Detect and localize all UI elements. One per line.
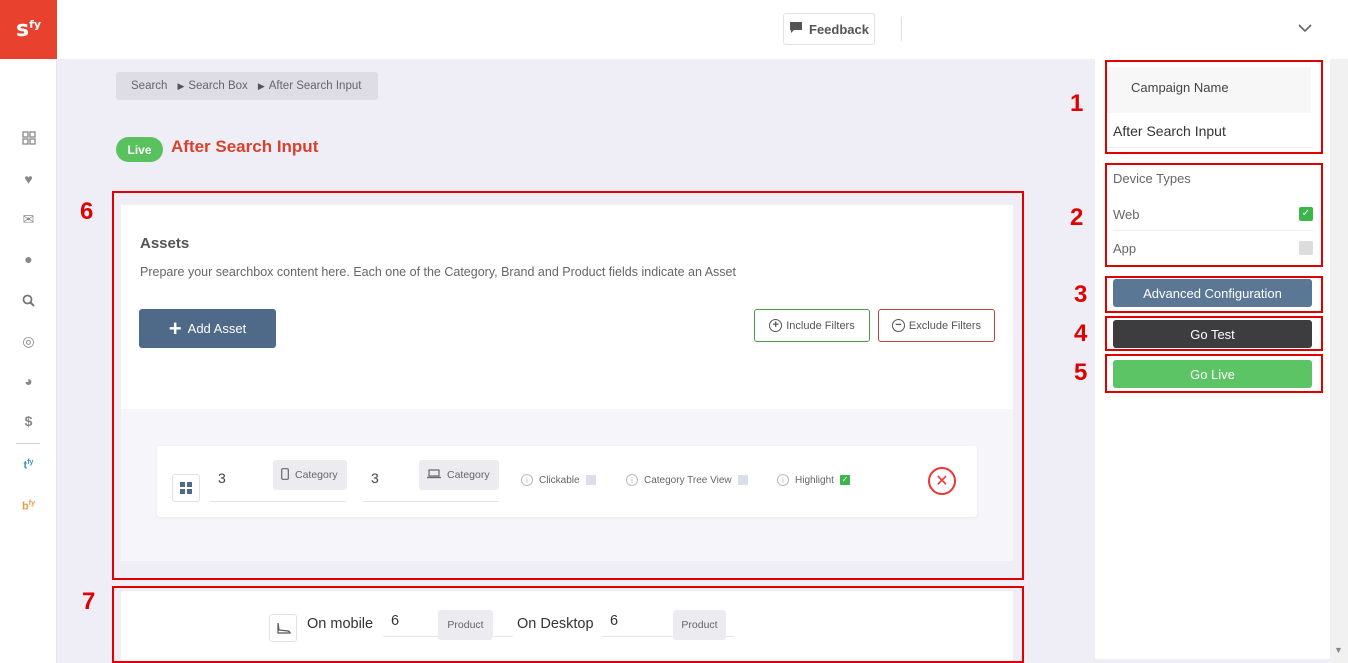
breadcrumb-item-current: After Search Input: [268, 80, 362, 92]
annotation-box-6: [112, 191, 1024, 580]
breadcrumb-item-search-box[interactable]: Search Box: [188, 80, 247, 92]
annotation-number-6: 6: [80, 198, 94, 225]
annotation-box-7: [112, 586, 1024, 663]
page-title: After Search Input: [171, 137, 319, 156]
scrollbar[interactable]: [1330, 59, 1348, 663]
chevron-down-icon[interactable]: [1295, 18, 1315, 38]
annotation-box-1: [1105, 60, 1323, 154]
caret-right-icon: ▶: [177, 80, 185, 91]
feedback-label: Feedback: [809, 21, 869, 37]
annotation-number-3: 3: [1074, 281, 1088, 308]
heart-icon[interactable]: ♥: [0, 169, 57, 189]
breadcrumb: Search ▶ Search Box ▶ After Search Input: [116, 72, 378, 100]
topbar-divider: [901, 17, 902, 41]
annotation-number-4: 4: [1074, 320, 1088, 347]
caret-right-icon: ▶: [257, 80, 265, 91]
annotation-box-4: [1105, 316, 1323, 351]
search-icon[interactable]: [0, 290, 57, 310]
annotation-number-5: 5: [1074, 359, 1088, 386]
top-bar: Feedback: [57, 0, 1348, 59]
breadcrumb-item-search[interactable]: Search: [131, 80, 167, 92]
scroll-down-arrow-icon[interactable]: ▼: [1334, 645, 1343, 655]
sidebar-divider: [16, 443, 40, 444]
annotation-number-2: 2: [1070, 204, 1084, 231]
chat-bubble-icon: [789, 21, 803, 37]
app-logo[interactable]: s fy: [0, 0, 57, 59]
dollar-icon[interactable]: $: [0, 411, 57, 431]
annotation-box-5: [1105, 354, 1323, 393]
bfy-app-link[interactable]: bfy: [0, 496, 57, 516]
dashboard-grid-icon[interactable]: [0, 128, 57, 148]
status-badge: Live: [116, 137, 163, 162]
target-icon[interactable]: ◎: [0, 331, 57, 351]
annotation-number-7: 7: [82, 588, 96, 615]
pie-chart-icon[interactable]: ◕: [0, 371, 57, 391]
tfy-app-link[interactable]: tfy: [0, 455, 57, 475]
mail-icon[interactable]: ✉: [0, 209, 57, 229]
left-sidebar: s fy ♥ ✉ ● ◎ ◕ $ tfy bfy: [0, 0, 57, 663]
annotation-box-3: [1105, 276, 1323, 313]
annotation-box-2: [1105, 163, 1323, 267]
annotation-number-1: 1: [1070, 90, 1084, 117]
apple-icon[interactable]: ●: [0, 249, 57, 269]
feedback-button[interactable]: Feedback: [783, 13, 875, 45]
